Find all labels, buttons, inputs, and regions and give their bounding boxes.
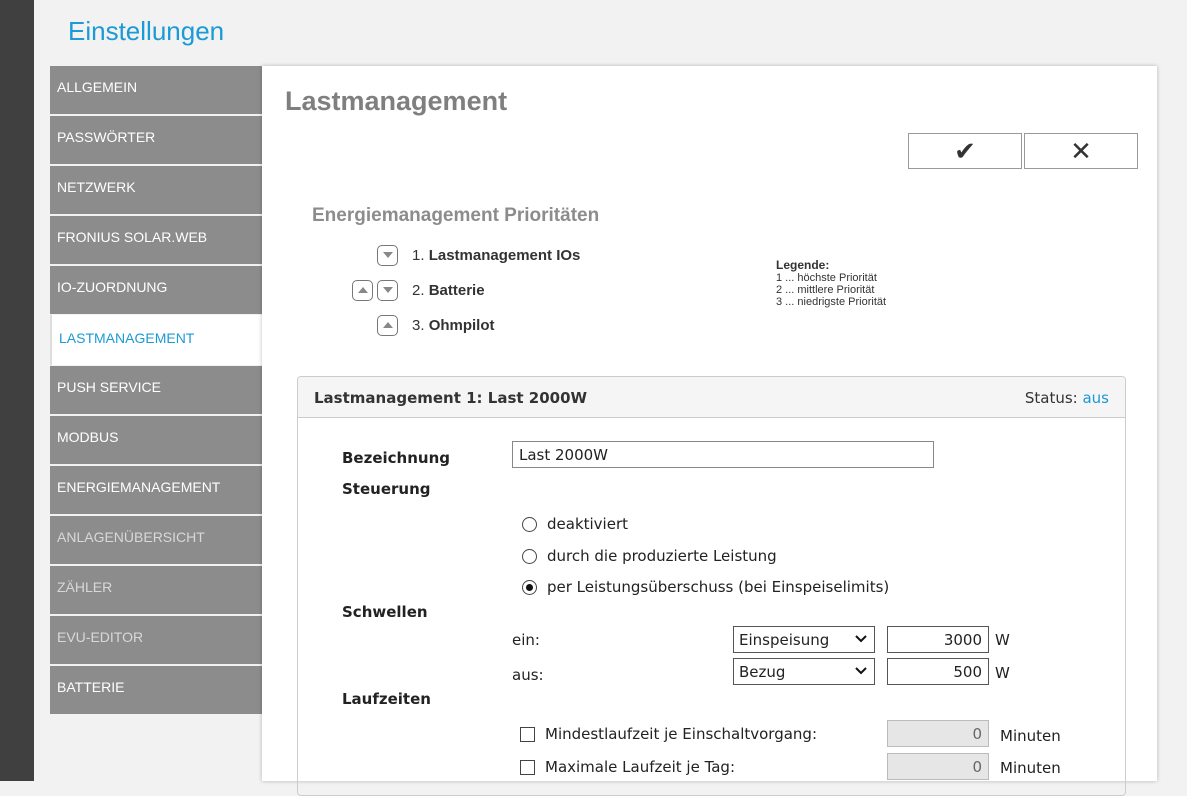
chevron-down-icon bbox=[855, 667, 867, 675]
priority-row: 2. Batterie bbox=[352, 278, 485, 302]
threshold-on-label: ein: bbox=[512, 631, 540, 649]
nav-item-lastmanagement[interactable]: LASTMANAGEMENT bbox=[50, 315, 266, 365]
min-runtime-unit: Minuten bbox=[1000, 727, 1061, 745]
nav-item-solarweb[interactable]: FRONIUS SOLAR.WEB bbox=[50, 216, 262, 264]
close-icon: ✕ bbox=[1070, 136, 1092, 166]
radio-produzierte-leistung[interactable]: durch die produzierte Leistung bbox=[522, 547, 777, 565]
threshold-off-label: aus: bbox=[512, 666, 544, 684]
nav-item-io-zuordnung[interactable]: IO-ZUORDNUNG bbox=[50, 266, 262, 314]
laufzeiten-label: Laufzeiten bbox=[342, 690, 431, 708]
checkbox-label: Maximale Laufzeit je Tag: bbox=[545, 758, 736, 776]
priority-row: 3. Ohmpilot bbox=[352, 313, 495, 337]
threshold-off-value[interactable]: 500 bbox=[887, 658, 989, 685]
legend-line: 2 ... mittlere Priorität bbox=[776, 284, 875, 296]
radio-label: durch die produzierte Leistung bbox=[547, 547, 777, 565]
radio-label: per Leistungsüberschuss (bei Einspeiseli… bbox=[547, 578, 890, 596]
nav-item-modbus[interactable]: MODBUS bbox=[50, 416, 262, 464]
priorities-title: Energiemanagement Prioritäten bbox=[312, 205, 600, 226]
card-title: Lastmanagement 1: Last 2000W bbox=[314, 389, 588, 407]
threshold-off-mode-select[interactable]: Bezug bbox=[733, 658, 875, 685]
card-header: Lastmanagement 1: Last 2000W Status: aus bbox=[298, 377, 1125, 418]
priority-number: 3. bbox=[412, 316, 425, 334]
radio-button[interactable] bbox=[522, 516, 537, 532]
nav-item-energiemanagement[interactable]: ENERGIEMANAGEMENT bbox=[50, 466, 262, 514]
nav-item-netzwerk[interactable]: NETZWERK bbox=[50, 166, 262, 214]
threshold-on-mode-select[interactable]: Einspeisung bbox=[733, 626, 875, 653]
nav-item-push-service[interactable]: PUSH SERVICE bbox=[50, 366, 262, 414]
checkbox[interactable] bbox=[520, 726, 535, 742]
checkmark-icon: ✔ bbox=[954, 136, 976, 166]
chevron-down-icon bbox=[855, 635, 867, 643]
nav-item-anlagenuebersicht[interactable]: ANLAGENÜBERSICHT bbox=[50, 516, 262, 564]
move-up-button[interactable] bbox=[377, 314, 398, 336]
move-down-button[interactable] bbox=[377, 279, 398, 301]
arrow-down-icon bbox=[382, 252, 393, 258]
radio-leistungsueberschuss[interactable]: per Leistungsüberschuss (bei Einspeiseli… bbox=[522, 578, 889, 596]
legend-line: 3 ... niedrigste Priorität bbox=[776, 296, 887, 308]
select-value: Einspeisung bbox=[739, 631, 830, 649]
priority-number: 2. bbox=[412, 281, 425, 299]
arrow-up-icon bbox=[357, 287, 368, 293]
priority-row: 1. Lastmanagement IOs bbox=[352, 243, 580, 267]
max-runtime-checkbox-row[interactable]: Maximale Laufzeit je Tag: bbox=[520, 758, 735, 776]
confirm-button[interactable]: ✔ bbox=[908, 133, 1022, 169]
nav-item-passwoerter[interactable]: PASSWÖRTER bbox=[50, 116, 262, 164]
settings-nav: ALLGEMEIN PASSWÖRTER NETZWERK FRONIUS SO… bbox=[50, 66, 266, 716]
left-edge-bar bbox=[0, 0, 34, 781]
threshold-on-value[interactable]: 3000 bbox=[887, 626, 989, 653]
min-runtime-checkbox-row[interactable]: Mindestlaufzeit je Einschaltvorgang: bbox=[520, 725, 817, 743]
load-management-card: Lastmanagement 1: Last 2000W Status: aus… bbox=[297, 376, 1126, 796]
legend-title: Legende: bbox=[776, 258, 830, 272]
legend-line: 1 ... höchste Priorität bbox=[776, 272, 877, 284]
priority-legend: Legende: 1 ... höchste Priorität 2 ... m… bbox=[776, 259, 886, 308]
nav-item-batterie[interactable]: BATTERIE bbox=[50, 666, 262, 714]
status-value[interactable]: aus bbox=[1082, 389, 1109, 407]
status-label: Status: bbox=[1024, 389, 1078, 407]
priority-number: 1. bbox=[412, 246, 425, 264]
move-up-button[interactable] bbox=[352, 279, 373, 301]
nav-item-evu-editor[interactable]: EVU-EDITOR bbox=[50, 616, 262, 664]
steuerung-label: Steuerung bbox=[342, 480, 431, 498]
priority-label: Ohmpilot bbox=[428, 316, 495, 334]
threshold-off-unit: W bbox=[995, 664, 1010, 682]
nav-item-zaehler[interactable]: ZÄHLER bbox=[50, 566, 262, 614]
radio-button[interactable] bbox=[522, 579, 537, 595]
bezeichnung-input[interactable] bbox=[512, 441, 934, 468]
checkbox[interactable] bbox=[520, 759, 535, 775]
arrow-up-icon bbox=[382, 322, 393, 328]
checkbox-label: Mindestlaufzeit je Einschaltvorgang: bbox=[545, 725, 818, 743]
max-runtime-value[interactable]: 0 bbox=[887, 753, 989, 780]
content-panel: Lastmanagement ✔ ✕ Energiemanagement Pri… bbox=[262, 66, 1157, 796]
nav-item-allgemein[interactable]: ALLGEMEIN bbox=[50, 66, 262, 114]
priority-label: Lastmanagement IOs bbox=[428, 246, 581, 264]
bezeichnung-label: Bezeichnung bbox=[342, 449, 450, 467]
schwellen-label: Schwellen bbox=[342, 603, 428, 621]
min-runtime-value[interactable]: 0 bbox=[887, 720, 989, 747]
page-title: Lastmanagement bbox=[285, 86, 508, 116]
radio-button[interactable] bbox=[522, 548, 537, 564]
arrow-down-icon bbox=[382, 287, 393, 293]
cancel-button[interactable]: ✕ bbox=[1024, 133, 1138, 169]
move-down-button[interactable] bbox=[377, 244, 398, 266]
threshold-on-unit: W bbox=[995, 631, 1010, 649]
radio-label: deaktiviert bbox=[547, 515, 628, 533]
radio-deaktiviert[interactable]: deaktiviert bbox=[522, 515, 628, 533]
priority-label: Batterie bbox=[428, 281, 485, 299]
max-runtime-unit: Minuten bbox=[1000, 759, 1061, 777]
select-value: Bezug bbox=[739, 663, 786, 681]
app-title: Einstellungen bbox=[68, 16, 225, 46]
